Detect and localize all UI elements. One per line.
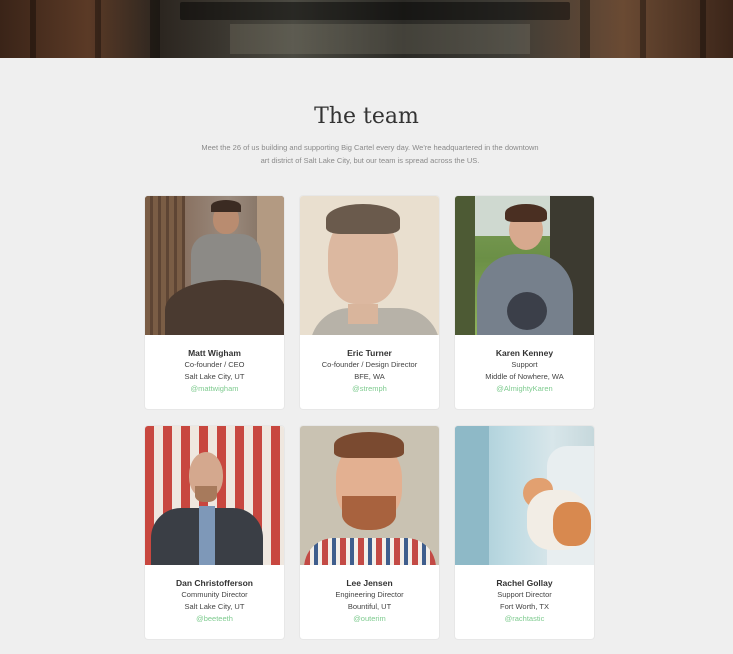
member-location: Fort Worth, TX [500, 602, 549, 611]
member-twitter-link[interactable]: @beeteeth [145, 613, 284, 625]
member-name: Lee Jensen [346, 578, 393, 588]
member-location: Bountiful, UT [347, 602, 392, 611]
team-member-card: Eric Turner Co-founder / Design Director… [300, 196, 439, 409]
member-photo [300, 426, 439, 565]
section-title: The team [314, 104, 419, 129]
team-member-card: Karen Kenney Support Middle of Nowhere, … [455, 196, 594, 409]
member-role: Support Director [497, 590, 552, 599]
member-role: Co-founder / Design Director [321, 360, 418, 369]
member-photo [145, 426, 284, 565]
section-intro: Meet the 26 of us building and supportin… [201, 143, 539, 165]
member-role: Co-founder / CEO [184, 360, 245, 369]
member-name: Matt Wigham [188, 348, 241, 358]
member-name: Eric Turner [347, 348, 392, 358]
hero-banner-image [0, 0, 733, 58]
member-twitter-link[interactable]: @outerim [300, 613, 439, 625]
member-location: Middle of Nowhere, WA [485, 372, 564, 381]
member-name: Karen Kenney [495, 348, 554, 358]
member-name: Rachel Gollay [496, 578, 553, 588]
member-role: Engineering Director [335, 590, 404, 599]
member-location: Salt Lake City, UT [184, 602, 245, 611]
member-role: Community Director [181, 590, 248, 599]
member-twitter-link[interactable]: @mattwigham [145, 383, 284, 395]
member-location: Salt Lake City, UT [184, 372, 245, 381]
member-location: BFE, WA [354, 372, 385, 381]
member-photo [300, 196, 439, 335]
member-name: Dan Christofferson [176, 578, 253, 588]
team-member-card: Lee Jensen Engineering Director Bountifu… [300, 426, 439, 639]
team-member-card: Matt Wigham Co-founder / CEO Salt Lake C… [145, 196, 284, 409]
member-photo [145, 196, 284, 335]
member-twitter-link[interactable]: @AlmightyKaren [455, 383, 594, 395]
member-photo [455, 426, 594, 565]
team-member-card: Dan Christofferson Community Director Sa… [145, 426, 284, 639]
member-twitter-link[interactable]: @rachtastic [455, 613, 594, 625]
team-member-card: Rachel Gollay Support Director Fort Wort… [455, 426, 594, 639]
member-role: Support [511, 360, 538, 369]
member-photo [455, 196, 594, 335]
member-twitter-link[interactable]: @stremph [300, 383, 439, 395]
